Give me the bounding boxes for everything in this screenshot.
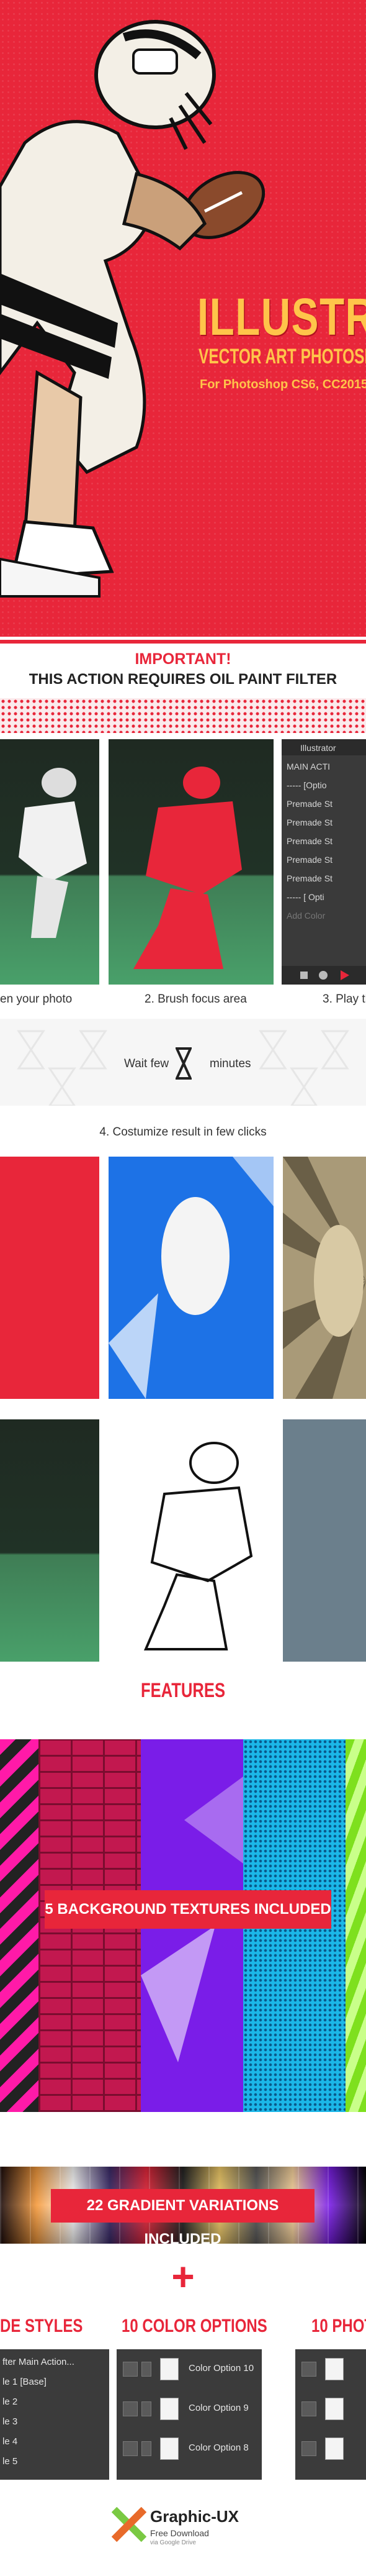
photo-swatch[interactable] [325,2437,344,2460]
action-item[interactable]: Add Color [287,911,325,921]
camera-icon[interactable] [301,2362,316,2377]
photo-options-panel [295,2349,366,2480]
action-item[interactable]: ----- [ Opti [287,892,324,902]
play-icon[interactable] [341,970,349,980]
textures-label: 5 BACKGROUND TEXTURES INCLUDED [45,1890,331,1929]
link-icon [141,2441,151,2456]
photo-options-heading: 10 PHOT [311,2316,366,2336]
style-row[interactable]: fter Main Action... [2,2357,74,2367]
hero-subtitle: VECTOR ART PHOTOSHO [199,345,366,368]
camera-icon[interactable] [301,2401,316,2416]
color-swatch[interactable] [160,2398,179,2420]
style-row[interactable]: le 1 [Base] [2,2377,47,2387]
result-blue [109,1157,274,1399]
style-row[interactable]: le 3 [2,2416,17,2427]
color-options-panel: Color Option 10 Color Option 9 Color Opt… [117,2349,262,2480]
result-photo [0,1419,99,1662]
action-item[interactable]: Premade St [287,855,333,865]
styles-panel: fter Main Action... le 1 [Base] le 2 le … [0,2349,109,2480]
styles-heading: DE STYLES [0,2316,83,2336]
style-row[interactable]: le 5 [2,2456,17,2467]
compatibility-text: For Photoshop CS6, CC2015 [200,378,366,391]
camera-icon[interactable] [301,2441,316,2456]
color-option-row[interactable]: Color Option 10 [189,2363,254,2373]
actions-panel: Illustrator MAIN ACTI ----- [Optio Prema… [282,739,366,985]
record-icon[interactable] [319,971,328,980]
step2-label: 2. Brush focus area [145,993,247,1006]
style-row[interactable]: le 4 [2,2436,17,2447]
color-option-row[interactable]: Color Option 8 [189,2442,249,2453]
focus-mask-silhouette-icon [133,767,242,969]
color-options-heading: 10 COLOR OPTIONS [122,2316,267,2336]
action-item[interactable]: Premade St [287,836,333,846]
lineart-player-icon [143,1442,253,1650]
watermark-small: via Google Drive [150,2539,196,2546]
action-item[interactable]: Premade St [287,873,333,883]
result-red [0,1157,99,1399]
player-photo-icon [19,768,87,938]
sunburst-texture [283,1157,366,1399]
color-option-row[interactable]: Color Option 9 [189,2403,249,2413]
step1-photo [0,739,99,985]
step2-photo [109,739,274,985]
graphic-ux-watermark: Graphic-UX Free Download via Google Driv… [112,2503,273,2572]
features-heading: FEATURES [140,1679,226,1701]
hero-banner: ILLUSTRA VECTOR ART PHOTOSHO For Photosh… [0,0,366,637]
visibility-icon[interactable] [123,2362,138,2377]
visibility-icon[interactable] [123,2401,138,2416]
gradients-label: 22 GRADIENT VARIATIONS INCLUDED [51,2189,315,2247]
result-tinted [283,1419,366,1662]
color-swatch[interactable] [160,2437,179,2460]
result-sunburst [283,1157,366,1399]
style-row[interactable]: le 2 [2,2396,17,2407]
hourglass-icon [176,1047,192,1080]
step4-label: 4. Costumize result in few clicks [99,1126,267,1139]
watermark-tag: Free Download [150,2528,209,2538]
action-item[interactable]: MAIN ACTI [287,762,330,771]
requirement-text: THIS ACTION REQUIRES OIL PAINT FILTER [29,671,337,688]
actions-panel-toolbar [282,966,366,985]
action-item[interactable]: Premade St [287,817,333,827]
splatter-texture [109,1157,274,1399]
visibility-icon[interactable] [123,2441,138,2456]
step1-label: en your photo [0,993,73,1006]
stop-icon[interactable] [300,972,308,979]
dot-pattern-band [0,698,366,733]
color-swatch[interactable] [160,2358,179,2380]
important-label: IMPORTANT! [135,650,231,668]
textures-strip: 5 BACKGROUND TEXTURES INCLUDED [0,1739,366,2112]
gradients-strip: 22 GRADIENT VARIATIONS INCLUDED [0,2167,366,2247]
wait-text-right: minutes [210,1057,251,1070]
step3-label: 3. Play th [323,993,366,1006]
actions-folder-label[interactable]: Illustrator [300,743,336,753]
plus-icon: + [171,2254,195,2299]
action-item[interactable]: ----- [Optio [287,780,327,790]
hero-title: ILLUSTRA [197,288,366,346]
texture-rays [0,1739,38,2112]
wait-band: Wait few minutes [0,1019,366,1106]
link-icon [141,2362,151,2377]
divider [0,640,366,644]
texture-lime [346,1739,366,2112]
graphic-ux-logo-icon [112,2507,146,2542]
photo-swatch[interactable] [325,2358,344,2380]
link-icon [141,2401,151,2416]
result-lineart [109,1419,274,1662]
wait-text-left: Wait few [124,1057,169,1070]
action-item[interactable]: Premade St [287,799,333,809]
watermark-brand: Graphic-UX [150,2507,239,2526]
photo-swatch[interactable] [325,2398,344,2420]
